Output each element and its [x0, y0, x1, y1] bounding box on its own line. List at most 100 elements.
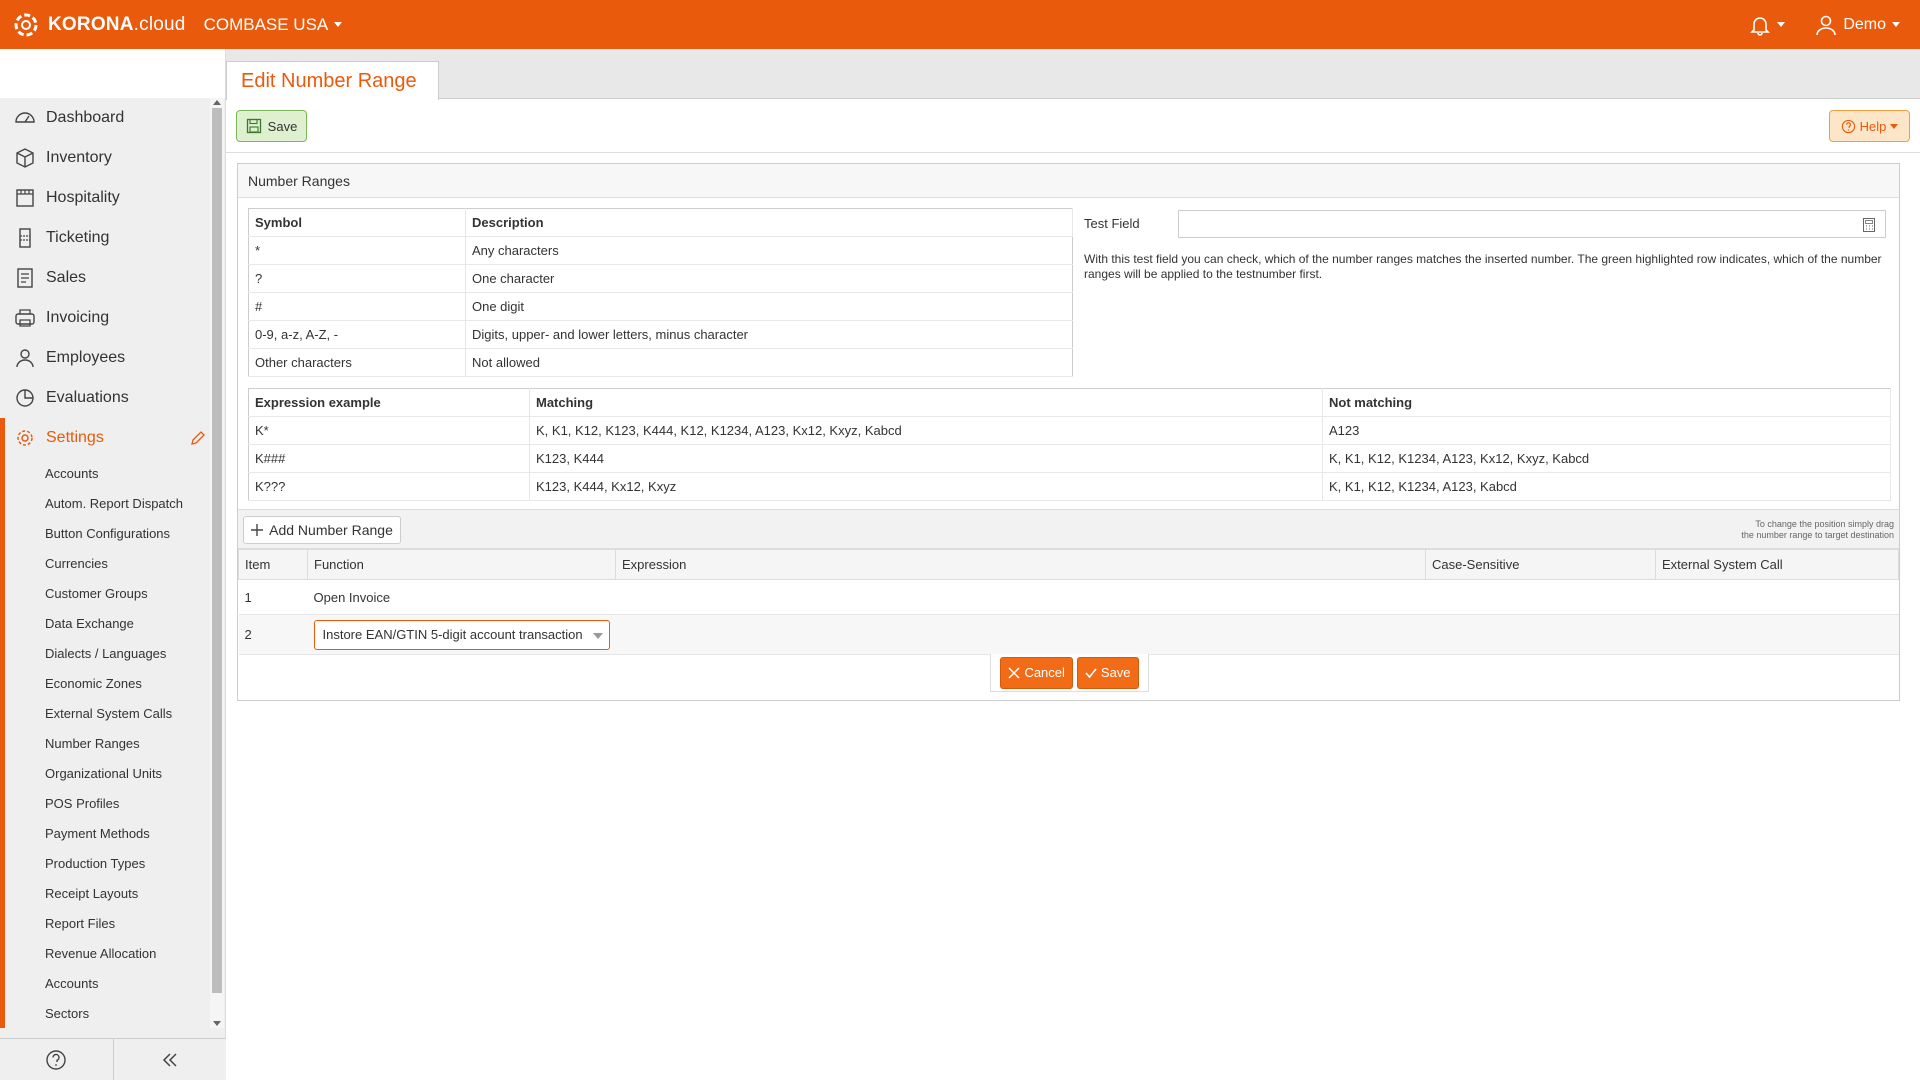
subnav-external-system-calls[interactable]: External System Calls: [5, 698, 210, 728]
symbol-reference-table: Symbol Description * Any characters ? One …: [248, 208, 1073, 377]
subnav-economic-zones[interactable]: Economic Zones: [5, 668, 210, 698]
subnav-organizational-units[interactable]: Organizational Units: [5, 758, 210, 788]
settings-submenu: Accounts Autom. Report Dispatch Button C…: [0, 458, 210, 1028]
dashboard-icon: [15, 112, 35, 123]
subnav-payment-methods[interactable]: Payment Methods: [5, 818, 210, 848]
bell-icon: [1750, 16, 1771, 36]
subnav-receipt-layouts[interactable]: Receipt Layouts: [5, 878, 210, 908]
column-header-item[interactable]: Item: [238, 549, 308, 580]
double-chevron-left-icon: [162, 1052, 177, 1067]
table-row[interactable]: 1 Open Invoice: [238, 579, 1899, 615]
cancel-button[interactable]: Cancel: [1000, 656, 1073, 689]
pencil-icon[interactable]: [190, 430, 206, 446]
sidebar-item-employees[interactable]: Employees: [0, 338, 210, 378]
user-menu[interactable]: Demo: [1815, 14, 1900, 36]
column-header: Not matching: [1322, 388, 1891, 417]
subnav-accounts-2[interactable]: Accounts: [5, 968, 210, 998]
question-circle-icon: [46, 1049, 66, 1070]
sidebar-scrollbar[interactable]: [210, 98, 224, 1028]
notifications-button[interactable]: [1749, 14, 1786, 36]
column-header-function[interactable]: Function: [307, 549, 616, 580]
chevron-down-icon: [592, 632, 603, 639]
question-circle-icon: [1841, 119, 1855, 133]
subnav-dialects-languages[interactable]: Dialects / Languages: [5, 638, 210, 668]
sidebar: Dashboard Inventory Hospitality Ticketin…: [0, 49, 226, 1080]
column-header-case-sensitive[interactable]: Case-Sensitive: [1425, 549, 1656, 580]
row-save-button[interactable]: Save: [1076, 656, 1139, 689]
scroll-up-arrow-icon[interactable]: [213, 100, 221, 105]
checkmark-icon: [1085, 667, 1097, 678]
korona-logo-icon: [14, 13, 38, 36]
table-row: K### K123, K444 K, K1, K12, K1234, A123, K…: [248, 444, 1891, 473]
sidebar-item-sales[interactable]: Sales: [0, 258, 210, 298]
subnav-currencies[interactable]: Currencies: [5, 548, 210, 578]
number-ranges-table: Item Function Expression Case-Sensitive …: [238, 549, 1899, 655]
sidebar-menu: Dashboard Inventory Hospitality Ticketin…: [0, 98, 210, 1028]
toolbar: Save Help: [226, 99, 1920, 153]
user-name: Demo: [1843, 15, 1886, 33]
user-icon: [16, 349, 34, 368]
sidebar-item-evaluations[interactable]: Evaluations: [0, 378, 210, 418]
subnav-revenue-allocation[interactable]: Revenue Allocation: [5, 938, 210, 968]
row-edit-actions: Cancel Save: [990, 654, 1149, 692]
table-row: # One digit: [248, 292, 1073, 321]
sidebar-footer: [0, 1038, 226, 1080]
drag-hint: To change the position simply drag the n…: [1741, 519, 1894, 540]
subnav-customer-groups[interactable]: Customer Groups: [5, 578, 210, 608]
printer-icon: [15, 309, 35, 327]
sidebar-item-inventory[interactable]: Inventory: [0, 138, 210, 178]
save-button[interactable]: Save: [236, 110, 307, 142]
ticket-icon: [19, 228, 31, 248]
chevron-down-icon: [1890, 123, 1899, 129]
subnav-report-files[interactable]: Report Files: [5, 908, 210, 938]
table-row: * Any characters: [248, 236, 1073, 265]
chevron-down-icon: [1892, 22, 1900, 27]
subnav-pos-profiles[interactable]: POS Profiles: [5, 788, 210, 818]
calendar-icon: [16, 189, 34, 207]
column-header: Description: [465, 208, 1073, 237]
subnav-button-configurations[interactable]: Button Configurations: [5, 518, 210, 548]
main-content: Edit Number Range Save Help Number Range…: [226, 49, 1920, 1080]
calculator-icon[interactable]: [1863, 218, 1875, 232]
table-row-editing[interactable]: 2 Instore EAN/GTIN 5-digit account trans…: [238, 614, 1899, 655]
korona-logo[interactable]: KORONA.cloud: [8, 9, 186, 41]
sidebar-item-ticketing[interactable]: Ticketing: [0, 218, 210, 258]
collapse-sidebar-button[interactable]: [114, 1039, 227, 1080]
subnav-production-types[interactable]: Production Types: [5, 848, 210, 878]
column-header: Expression example: [248, 388, 530, 417]
help-circle-button[interactable]: [0, 1039, 114, 1080]
add-number-range-button[interactable]: Add Number Range: [243, 516, 401, 544]
table-row: K* K, K1, K12, K123, K444, K12, K1234, A1…: [248, 416, 1891, 445]
help-button[interactable]: Help: [1829, 110, 1910, 142]
chevron-down-icon: [1777, 22, 1786, 27]
plus-icon: [251, 524, 264, 536]
tab-strip: Edit Number Range: [226, 49, 1920, 100]
column-header-external-system-call[interactable]: External System Call: [1655, 549, 1899, 580]
sidebar-item-invoicing[interactable]: Invoicing: [0, 298, 210, 338]
table-row: K??? K123, K444, Kx12, Kxyz K, K1, K12, K1…: [248, 472, 1891, 501]
user-icon: [1816, 15, 1837, 35]
column-header: Matching: [529, 388, 1323, 417]
close-icon: [1008, 666, 1020, 679]
top-bar: KORONA.cloud COMBASE USA Demo: [0, 0, 1920, 49]
subnav-autom-report-dispatch[interactable]: Autom. Report Dispatch: [5, 488, 210, 518]
scroll-thumb[interactable]: [212, 108, 222, 993]
subnav-data-exchange[interactable]: Data Exchange: [5, 608, 210, 638]
column-header: Symbol: [248, 208, 466, 237]
sidebar-item-settings[interactable]: Settings: [0, 418, 210, 458]
subnav-accounts[interactable]: Accounts: [5, 458, 210, 488]
sidebar-item-dashboard[interactable]: Dashboard: [0, 98, 210, 138]
scroll-down-arrow-icon[interactable]: [213, 1021, 221, 1026]
tab-edit-number-range[interactable]: Edit Number Range: [226, 61, 439, 100]
function-select[interactable]: Instore EAN/GTIN 5-digit account transac…: [313, 619, 610, 650]
test-field-input[interactable]: [1178, 210, 1886, 238]
sidebar-item-hospitality[interactable]: Hospitality: [0, 178, 210, 218]
table-row: 0-9, a-z, A-Z, - Digits, upper- and lower…: [248, 320, 1073, 349]
expression-example-table: Expression example Matching Not matching…: [248, 388, 1891, 501]
logo-text: KORONA.cloud: [48, 13, 186, 35]
column-header-expression[interactable]: Expression: [615, 549, 1426, 580]
table-row: Other characters Not allowed: [248, 348, 1073, 377]
organization-selector[interactable]: COMBASE USA: [204, 15, 343, 35]
subnav-sectors[interactable]: Sectors: [5, 998, 210, 1028]
subnav-number-ranges[interactable]: Number Ranges: [5, 728, 210, 758]
